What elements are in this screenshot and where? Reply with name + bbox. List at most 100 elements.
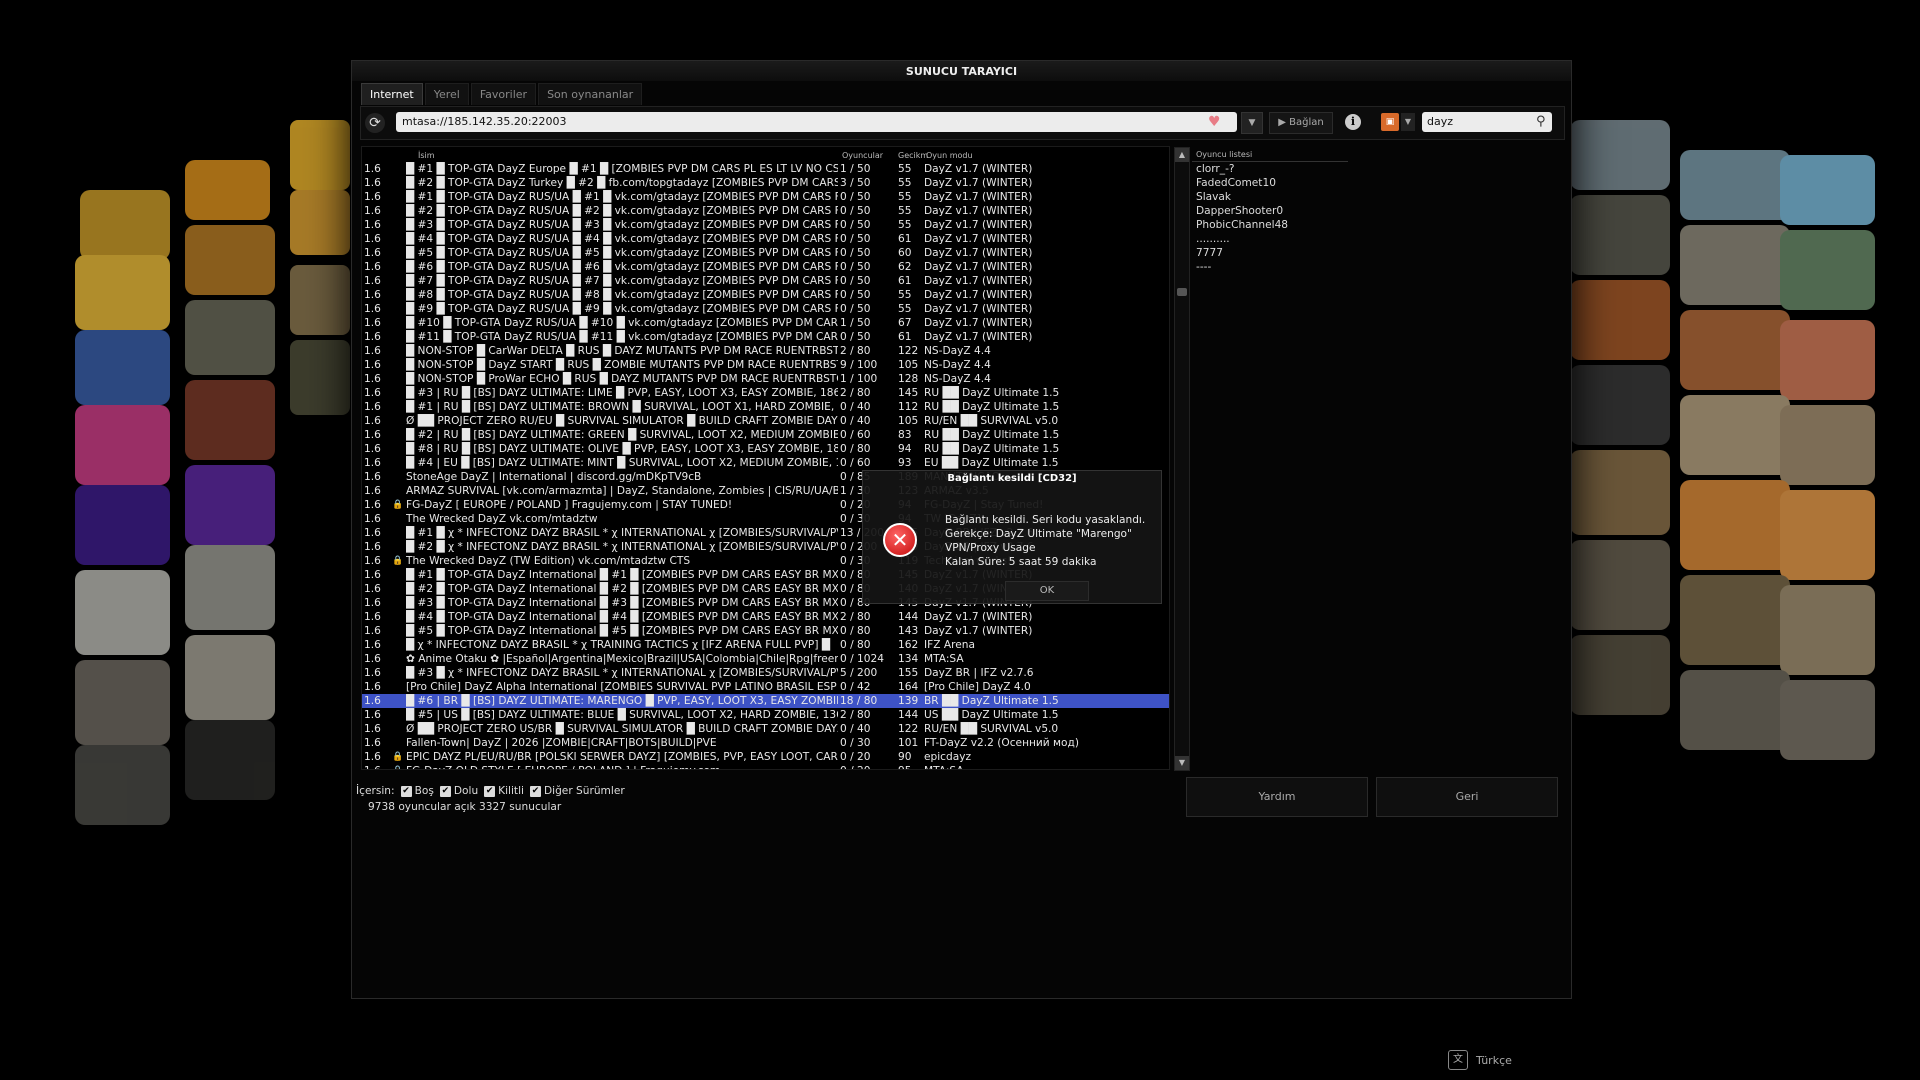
server-version: 1.6 [364,443,381,455]
player-item[interactable]: clorr_-? [1192,162,1348,176]
server-version: 1.6 [364,261,381,273]
server-row[interactable]: 1.6 █ #4 | EU █ [BS] DAYZ ULTIMATE: MINT … [362,456,1169,470]
favorite-heart-icon[interactable]: ♥ [1208,114,1221,130]
server-row[interactable]: 1.6 █ #5 | US █ [BS] DAYZ ULTIMATE: BLUE … [362,708,1169,722]
server-name: EPIC DAYZ PL/EU/RU/BR [POLSKI SERWER DAY… [406,751,838,763]
tab-favorites[interactable]: Favoriler [470,83,537,105]
player-item[interactable]: .......... [1192,232,1348,246]
gamemode-icon[interactable]: ▣ [1381,113,1399,131]
language-selector[interactable]: 文 Türkçe [1448,1050,1512,1070]
lock-icon: 🔒 [392,556,404,566]
player-item[interactable]: 7777 [1192,246,1348,260]
filter-empty-checkbox[interactable]: ✔ Boş [400,785,434,797]
scroll-thumb[interactable] [1177,288,1187,296]
server-name: █ #2 █ TOP-GTA DayZ RUS/UA █ #2 █ vk.com… [406,205,838,217]
server-version: 1.6 [364,191,381,203]
server-row[interactable]: 1.6 █ #3 █ TOP-GTA DayZ RUS/UA █ #3 █ vk.… [362,218,1169,232]
server-row[interactable]: 1.6 Ø ██ PROJECT ZERO RU/EU █ SURVIVAL SI… [362,414,1169,428]
server-row[interactable]: 1.6 █ #9 █ TOP-GTA DayZ RUS/UA █ #9 █ vk.… [362,302,1169,316]
server-ping: 105 [898,415,919,427]
server-row[interactable]: 1.6 █ NON-STOP █ DayZ START █ RUS █ ZOMBI… [362,358,1169,372]
server-ping: 143 [898,625,919,637]
server-mode: [Pro Chile] DayZ 4.0 [924,681,1031,693]
dialog-line: Gerekçe: DayZ Ultimate "Marengo" [945,528,1132,540]
player-item[interactable]: PhobicChannel48 [1192,218,1348,232]
server-row[interactable]: 1.6 █ #1 █ TOP-GTA DayZ RUS/UA █ #1 █ vk.… [362,190,1169,204]
column-players[interactable]: Oyuncular [842,151,883,160]
filter-other-versions-checkbox[interactable]: ✔ Diğer Sürümler [529,785,625,797]
search-type-dropdown-icon[interactable]: ▼ [1401,113,1415,131]
back-button[interactable]: Geri [1376,777,1558,817]
address-dropdown-icon[interactable]: ▼ [1241,112,1263,134]
server-mode: NS-DayZ 4.4 [924,345,991,357]
search-icon[interactable]: ⚲ [1536,112,1552,132]
server-row[interactable]: 1.6 █ #10 █ TOP-GTA DayZ RUS/UA █ #10 █ v… [362,316,1169,330]
player-item[interactable]: FadedComet10 [1192,176,1348,190]
server-row[interactable]: 1.6 █ #1 █ TOP-GTA DayZ Europe █ #1 █ [ZO… [362,162,1169,176]
server-version: 1.6 [364,485,381,497]
dialog-line: Bağlantı kesildi. Seri kodu yasaklandı. [945,514,1146,526]
filter-locked-checkbox[interactable]: ✔ Kilitli [484,785,524,797]
column-ping[interactable]: Gecikm [898,151,928,160]
server-mode: NS-DayZ 4.4 [924,359,991,371]
server-row[interactable]: 1.6 █ #4 █ TOP-GTA DayZ International █ #… [362,610,1169,624]
server-row[interactable]: 1.6 Fallen-Town| DayZ | 2026 |ZOMBIE|CRAF… [362,736,1169,750]
scroll-down-icon[interactable]: ▼ [1175,756,1189,770]
info-icon[interactable]: i [1345,114,1361,130]
server-row[interactable]: 1.6 █ #6 █ TOP-GTA DayZ RUS/UA █ #6 █ vk.… [362,260,1169,274]
search-input[interactable]: dayz [1422,112,1552,132]
server-version: 1.6 [364,233,381,245]
server-row[interactable]: 1.6 █ #5 █ TOP-GTA DayZ International █ #… [362,624,1169,638]
server-row[interactable]: 1.6 █ NON-STOP █ CarWar DELTA █ RUS █ DAY… [362,344,1169,358]
server-name: Ø ██ PROJECT ZERO US/BR █ SURVIVAL SIMUL… [406,723,838,735]
server-mode: RU/EN ██ SURVIVAL v5.0 [924,723,1059,735]
server-row[interactable]: 1.6 Ø ██ PROJECT ZERO US/BR █ SURVIVAL SI… [362,722,1169,736]
help-button[interactable]: Yardım [1186,777,1368,817]
column-mode[interactable]: Oyun modu [926,151,973,160]
tab-internet[interactable]: Internet [361,83,423,105]
ok-button[interactable]: OK [1005,581,1089,601]
player-item[interactable]: Slavak [1192,190,1348,204]
server-row[interactable]: 1.6 █ #4 █ TOP-GTA DayZ RUS/UA █ #4 █ vk.… [362,232,1169,246]
server-row[interactable]: 1.6 █ #2 █ TOP-GTA DayZ RUS/UA █ #2 █ vk.… [362,204,1169,218]
server-row[interactable]: 1.6🔒FG-DayZ OLD STYLE [ EUROPE / POLAND … [362,764,1169,769]
server-name: █ #8 | RU █ [BS] DAYZ ULTIMATE: OLIVE █ … [406,443,838,455]
player-item[interactable]: ---- [1192,260,1348,274]
server-players: 2 / 80 [840,611,871,623]
server-row[interactable]: 1.6 ✿ Anime Otaku ✿ |Español|Argentina|Me… [362,652,1169,666]
server-name: █ #7 █ TOP-GTA DayZ RUS/UA █ #7 █ vk.com… [406,275,838,287]
server-version: 1.6 [364,737,381,749]
server-players: 0 / 50 [840,275,871,287]
server-row[interactable]: 1.6 █ #2 | RU █ [BS] DAYZ ULTIMATE: GREEN… [362,428,1169,442]
server-row[interactable]: 1.6 █ #8 | RU █ [BS] DAYZ ULTIMATE: OLIVE… [362,442,1169,456]
server-row[interactable]: 1.6 █ #1 | RU █ [BS] DAYZ ULTIMATE: BROWN… [362,400,1169,414]
server-row[interactable]: 1.6 █ #11 █ TOP-GTA DayZ RUS/UA █ #11 █ v… [362,330,1169,344]
server-row[interactable]: 1.6 █ #3 █ χ * INFECTONZ DAYZ BRASIL * χ … [362,666,1169,680]
server-list: İsim Oyuncular Gecikm Oyun modu 1.6 █ #1 … [361,146,1170,770]
server-row[interactable]: 1.6 █ #7 █ TOP-GTA DayZ RUS/UA █ #7 █ vk.… [362,274,1169,288]
server-players: 9 / 100 [840,359,878,371]
server-row[interactable]: 1.6 █ #5 █ TOP-GTA DayZ RUS/UA █ #5 █ vk.… [362,246,1169,260]
server-row[interactable]: 1.6 █ χ * INFECTONZ DAYZ BRASIL * χ TRAIN… [362,638,1169,652]
tab-recent[interactable]: Son oynananlar [538,83,643,105]
address-input[interactable]: mtasa://185.142.35.20:22003 [396,112,1237,132]
connect-button[interactable]: ▶ Bağlan [1269,112,1333,134]
scroll-up-icon[interactable]: ▲ [1175,148,1189,162]
server-mode: MTA:SA [924,653,964,665]
server-row[interactable]: 1.6 █ #8 █ TOP-GTA DayZ RUS/UA █ #8 █ vk.… [362,288,1169,302]
refresh-icon[interactable]: ⟳ [365,113,385,133]
server-row[interactable]: 1.6 🔒 EPIC DAYZ PL/EU/RU/BR [POLSKI SERWER… [362,750,1169,764]
filter-full-checkbox[interactable]: ✔ Dolu [439,785,478,797]
server-row[interactable]: 1.6 █ #2 █ TOP-GTA DayZ Turkey █ #2 █ fb.… [362,176,1169,190]
server-row[interactable]: 1.6 █ #3 | RU █ [BS] DAYZ ULTIMATE: LIME … [362,386,1169,400]
server-row[interactable]: 1.6 █ NON-STOP █ ProWar ECHO █ RUS █ DAYZ… [362,372,1169,386]
server-row[interactable]: 1.6 [Pro Chile] DayZ Alpha International … [362,680,1169,694]
server-row[interactable]: 1.6 █ #6 | BR █ [BS] DAYZ ULTIMATE: MAREN… [362,694,1169,708]
server-ping: 61 [898,331,912,343]
player-item[interactable]: DapperShooter0 [1192,204,1348,218]
lock-icon: 🔒 [392,752,404,762]
column-name[interactable]: İsim [418,151,435,160]
tab-local[interactable]: Yerel [424,83,469,105]
server-name: █ NON-STOP █ ProWar ECHO █ RUS █ DAYZ MU… [406,373,838,385]
server-list-scrollbar[interactable]: ▲ ▼ [1174,147,1190,771]
